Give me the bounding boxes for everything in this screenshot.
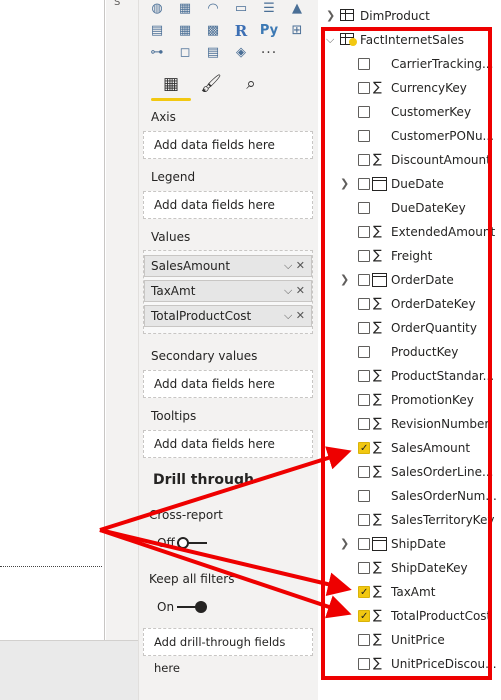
tooltips-label: Tooltips bbox=[151, 409, 197, 423]
report-canvas[interactable] bbox=[0, 0, 105, 640]
canvas-visual-border bbox=[0, 566, 102, 567]
fields-tab-icon[interactable]: ▦ bbox=[159, 72, 183, 96]
secondary-values-label: Secondary values bbox=[151, 349, 258, 363]
chevron-right-icon[interactable]: ❯ bbox=[326, 4, 335, 28]
more-visuals-icon[interactable]: ··· bbox=[259, 44, 279, 62]
value-field-totalproductcost[interactable]: TotalProductCost ⌵ ✕ bbox=[144, 305, 312, 327]
narrative-icon[interactable]: ▤ bbox=[203, 44, 223, 62]
legend-label: Legend bbox=[151, 170, 196, 184]
map-icon[interactable]: ◍ bbox=[147, 0, 167, 18]
secondary-values-well[interactable]: Add data fields here bbox=[143, 370, 313, 398]
table-dimproduct[interactable]: ❯ DimProduct bbox=[318, 4, 501, 28]
slicer-icon[interactable]: ▤ bbox=[147, 22, 167, 40]
analytics-tab-icon[interactable]: ⌕ bbox=[239, 72, 263, 96]
value-field-taxamt[interactable]: TaxAmt ⌵ ✕ bbox=[144, 280, 312, 302]
power-apps-icon[interactable]: ◈ bbox=[231, 44, 251, 62]
cross-report-state: Off bbox=[157, 536, 175, 550]
key-influencers-icon[interactable]: ⊞ bbox=[287, 22, 307, 40]
matrix-icon[interactable]: ▩ bbox=[203, 22, 223, 40]
kpi-icon[interactable]: ▲ bbox=[287, 0, 307, 18]
r-visual-icon[interactable]: R bbox=[231, 22, 251, 40]
qa-icon[interactable]: ◻ bbox=[175, 44, 195, 62]
card-icon[interactable]: ▭ bbox=[231, 0, 251, 18]
visualizations-pane: ◍ ▦ ◠ ▭ ☰ ▲ ▤ ▦ ▩ R Py ⊞ ⊶ ◻ ▤ ◈ ··· ▦ 🖌 ⌕ Axis Add data… bbox=[138, 0, 318, 700]
table-grid-icon[interactable]: ▦ bbox=[175, 0, 195, 18]
table-icon[interactable]: ▦ bbox=[175, 22, 195, 40]
canvas-side-label: S bbox=[114, 0, 121, 8]
legend-well[interactable]: Add data fields here bbox=[143, 191, 313, 219]
gauge-icon[interactable]: ◠ bbox=[203, 0, 223, 18]
value-field-controls[interactable]: ⌵ ✕ bbox=[284, 256, 305, 276]
canvas-scroll-gutter: S bbox=[106, 0, 138, 640]
decomposition-tree-icon[interactable]: ⊶ bbox=[147, 44, 167, 62]
drill-through-heading: Drill through bbox=[153, 472, 254, 488]
value-field-salesamount[interactable]: SalesAmount ⌵ ✕ bbox=[144, 255, 312, 277]
value-field-controls[interactable]: ⌵ ✕ bbox=[284, 306, 305, 326]
cross-report-label: Cross-report bbox=[149, 508, 223, 522]
table-icon bbox=[340, 9, 354, 21]
annotation-highlight-box bbox=[321, 27, 492, 680]
active-tab-indicator bbox=[151, 98, 191, 101]
value-field-controls[interactable]: ⌵ ✕ bbox=[284, 281, 305, 301]
axis-well[interactable]: Add data fields here bbox=[143, 131, 313, 159]
axis-label: Axis bbox=[151, 110, 176, 124]
python-visual-icon[interactable]: Py bbox=[259, 22, 279, 40]
tooltips-well[interactable]: Add data fields here bbox=[143, 430, 313, 458]
format-tab-icon[interactable]: 🖌 bbox=[199, 72, 223, 96]
values-label: Values bbox=[151, 230, 191, 244]
keep-all-filters-label: Keep all filters bbox=[149, 572, 235, 586]
keep-all-filters-state: On bbox=[157, 600, 175, 614]
drill-through-well[interactable]: Add drill-through fields here bbox=[143, 628, 313, 675]
multirow-card-icon[interactable]: ☰ bbox=[259, 0, 279, 18]
